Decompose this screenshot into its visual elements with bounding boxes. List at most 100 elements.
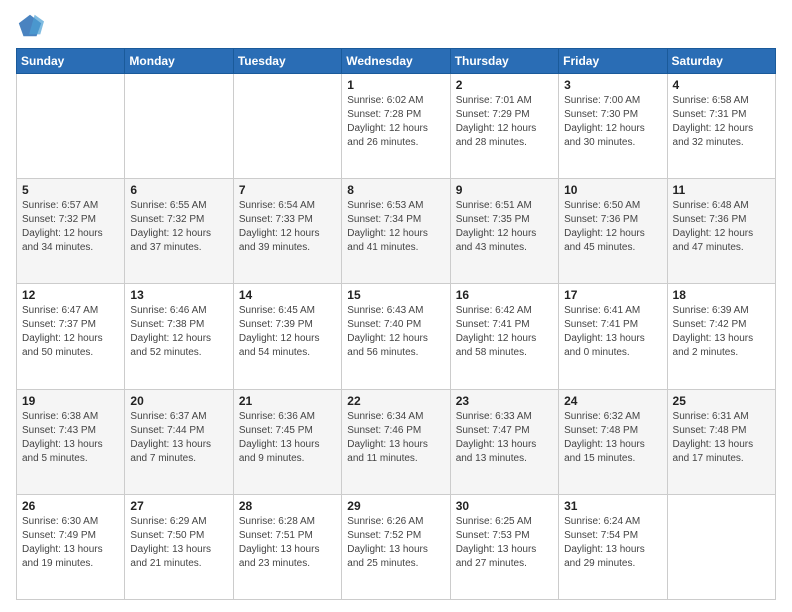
day-number: 31 xyxy=(564,499,661,513)
day-number: 3 xyxy=(564,78,661,92)
day-info: Sunrise: 6:57 AMSunset: 7:32 PMDaylight:… xyxy=(22,200,103,253)
table-row xyxy=(17,74,125,179)
day-info: Sunrise: 6:34 AMSunset: 7:46 PMDaylight:… xyxy=(347,411,428,464)
table-row: 15 Sunrise: 6:43 AMSunset: 7:40 PMDaylig… xyxy=(342,284,450,389)
logo-icon xyxy=(16,12,44,40)
table-row: 20 Sunrise: 6:37 AMSunset: 7:44 PMDaylig… xyxy=(125,389,233,494)
day-info: Sunrise: 6:42 AMSunset: 7:41 PMDaylight:… xyxy=(456,305,537,358)
col-header-wednesday: Wednesday xyxy=(342,49,450,74)
day-number: 23 xyxy=(456,394,553,408)
table-row: 5 Sunrise: 6:57 AMSunset: 7:32 PMDayligh… xyxy=(17,179,125,284)
day-info: Sunrise: 6:36 AMSunset: 7:45 PMDaylight:… xyxy=(239,411,320,464)
day-info: Sunrise: 7:00 AMSunset: 7:30 PMDaylight:… xyxy=(564,95,645,148)
day-number: 1 xyxy=(347,78,444,92)
table-row: 12 Sunrise: 6:47 AMSunset: 7:37 PMDaylig… xyxy=(17,284,125,389)
day-info: Sunrise: 6:31 AMSunset: 7:48 PMDaylight:… xyxy=(673,411,754,464)
table-row: 2 Sunrise: 7:01 AMSunset: 7:29 PMDayligh… xyxy=(450,74,558,179)
table-row: 7 Sunrise: 6:54 AMSunset: 7:33 PMDayligh… xyxy=(233,179,341,284)
day-info: Sunrise: 6:53 AMSunset: 7:34 PMDaylight:… xyxy=(347,200,428,253)
day-info: Sunrise: 6:37 AMSunset: 7:44 PMDaylight:… xyxy=(130,411,211,464)
logo xyxy=(16,12,48,40)
table-row xyxy=(667,494,775,599)
day-number: 29 xyxy=(347,499,444,513)
table-row: 17 Sunrise: 6:41 AMSunset: 7:41 PMDaylig… xyxy=(559,284,667,389)
day-number: 8 xyxy=(347,183,444,197)
table-row: 13 Sunrise: 6:46 AMSunset: 7:38 PMDaylig… xyxy=(125,284,233,389)
day-info: Sunrise: 6:47 AMSunset: 7:37 PMDaylight:… xyxy=(22,305,103,358)
day-info: Sunrise: 6:25 AMSunset: 7:53 PMDaylight:… xyxy=(456,516,537,569)
day-number: 2 xyxy=(456,78,553,92)
table-row xyxy=(233,74,341,179)
day-info: Sunrise: 6:48 AMSunset: 7:36 PMDaylight:… xyxy=(673,200,754,253)
table-row: 9 Sunrise: 6:51 AMSunset: 7:35 PMDayligh… xyxy=(450,179,558,284)
day-number: 25 xyxy=(673,394,770,408)
table-row: 6 Sunrise: 6:55 AMSunset: 7:32 PMDayligh… xyxy=(125,179,233,284)
day-info: Sunrise: 6:24 AMSunset: 7:54 PMDaylight:… xyxy=(564,516,645,569)
day-number: 14 xyxy=(239,288,336,302)
day-number: 4 xyxy=(673,78,770,92)
day-number: 9 xyxy=(456,183,553,197)
day-number: 26 xyxy=(22,499,119,513)
day-info: Sunrise: 6:43 AMSunset: 7:40 PMDaylight:… xyxy=(347,305,428,358)
day-number: 27 xyxy=(130,499,227,513)
day-info: Sunrise: 6:41 AMSunset: 7:41 PMDaylight:… xyxy=(564,305,645,358)
table-row: 28 Sunrise: 6:28 AMSunset: 7:51 PMDaylig… xyxy=(233,494,341,599)
table-row: 16 Sunrise: 6:42 AMSunset: 7:41 PMDaylig… xyxy=(450,284,558,389)
day-info: Sunrise: 6:39 AMSunset: 7:42 PMDaylight:… xyxy=(673,305,754,358)
table-row: 27 Sunrise: 6:29 AMSunset: 7:50 PMDaylig… xyxy=(125,494,233,599)
table-row: 22 Sunrise: 6:34 AMSunset: 7:46 PMDaylig… xyxy=(342,389,450,494)
day-info: Sunrise: 6:38 AMSunset: 7:43 PMDaylight:… xyxy=(22,411,103,464)
day-info: Sunrise: 6:55 AMSunset: 7:32 PMDaylight:… xyxy=(130,200,211,253)
day-number: 15 xyxy=(347,288,444,302)
table-row: 3 Sunrise: 7:00 AMSunset: 7:30 PMDayligh… xyxy=(559,74,667,179)
day-info: Sunrise: 6:30 AMSunset: 7:49 PMDaylight:… xyxy=(22,516,103,569)
table-row: 4 Sunrise: 6:58 AMSunset: 7:31 PMDayligh… xyxy=(667,74,775,179)
table-row: 14 Sunrise: 6:45 AMSunset: 7:39 PMDaylig… xyxy=(233,284,341,389)
table-row: 19 Sunrise: 6:38 AMSunset: 7:43 PMDaylig… xyxy=(17,389,125,494)
table-row: 18 Sunrise: 6:39 AMSunset: 7:42 PMDaylig… xyxy=(667,284,775,389)
day-info: Sunrise: 6:02 AMSunset: 7:28 PMDaylight:… xyxy=(347,95,428,148)
col-header-sunday: Sunday xyxy=(17,49,125,74)
page: SundayMondayTuesdayWednesdayThursdayFrid… xyxy=(0,0,792,612)
col-header-thursday: Thursday xyxy=(450,49,558,74)
day-info: Sunrise: 6:54 AMSunset: 7:33 PMDaylight:… xyxy=(239,200,320,253)
calendar-table: SundayMondayTuesdayWednesdayThursdayFrid… xyxy=(16,48,776,600)
day-number: 10 xyxy=(564,183,661,197)
day-info: Sunrise: 6:58 AMSunset: 7:31 PMDaylight:… xyxy=(673,95,754,148)
table-row xyxy=(125,74,233,179)
col-header-friday: Friday xyxy=(559,49,667,74)
day-info: Sunrise: 6:26 AMSunset: 7:52 PMDaylight:… xyxy=(347,516,428,569)
table-row: 10 Sunrise: 6:50 AMSunset: 7:36 PMDaylig… xyxy=(559,179,667,284)
day-number: 18 xyxy=(673,288,770,302)
day-number: 16 xyxy=(456,288,553,302)
day-number: 12 xyxy=(22,288,119,302)
table-row: 25 Sunrise: 6:31 AMSunset: 7:48 PMDaylig… xyxy=(667,389,775,494)
col-header-monday: Monday xyxy=(125,49,233,74)
table-row: 8 Sunrise: 6:53 AMSunset: 7:34 PMDayligh… xyxy=(342,179,450,284)
day-info: Sunrise: 6:46 AMSunset: 7:38 PMDaylight:… xyxy=(130,305,211,358)
day-info: Sunrise: 6:51 AMSunset: 7:35 PMDaylight:… xyxy=(456,200,537,253)
day-number: 22 xyxy=(347,394,444,408)
day-number: 13 xyxy=(130,288,227,302)
day-info: Sunrise: 6:50 AMSunset: 7:36 PMDaylight:… xyxy=(564,200,645,253)
day-number: 11 xyxy=(673,183,770,197)
day-info: Sunrise: 6:33 AMSunset: 7:47 PMDaylight:… xyxy=(456,411,537,464)
table-row: 24 Sunrise: 6:32 AMSunset: 7:48 PMDaylig… xyxy=(559,389,667,494)
table-row: 29 Sunrise: 6:26 AMSunset: 7:52 PMDaylig… xyxy=(342,494,450,599)
table-row: 1 Sunrise: 6:02 AMSunset: 7:28 PMDayligh… xyxy=(342,74,450,179)
table-row: 26 Sunrise: 6:30 AMSunset: 7:49 PMDaylig… xyxy=(17,494,125,599)
table-row: 11 Sunrise: 6:48 AMSunset: 7:36 PMDaylig… xyxy=(667,179,775,284)
day-number: 5 xyxy=(22,183,119,197)
col-header-saturday: Saturday xyxy=(667,49,775,74)
table-row: 31 Sunrise: 6:24 AMSunset: 7:54 PMDaylig… xyxy=(559,494,667,599)
table-row: 30 Sunrise: 6:25 AMSunset: 7:53 PMDaylig… xyxy=(450,494,558,599)
day-number: 24 xyxy=(564,394,661,408)
day-info: Sunrise: 7:01 AMSunset: 7:29 PMDaylight:… xyxy=(456,95,537,148)
day-info: Sunrise: 6:28 AMSunset: 7:51 PMDaylight:… xyxy=(239,516,320,569)
col-header-tuesday: Tuesday xyxy=(233,49,341,74)
day-info: Sunrise: 6:45 AMSunset: 7:39 PMDaylight:… xyxy=(239,305,320,358)
table-row: 23 Sunrise: 6:33 AMSunset: 7:47 PMDaylig… xyxy=(450,389,558,494)
day-number: 20 xyxy=(130,394,227,408)
day-info: Sunrise: 6:32 AMSunset: 7:48 PMDaylight:… xyxy=(564,411,645,464)
day-info: Sunrise: 6:29 AMSunset: 7:50 PMDaylight:… xyxy=(130,516,211,569)
